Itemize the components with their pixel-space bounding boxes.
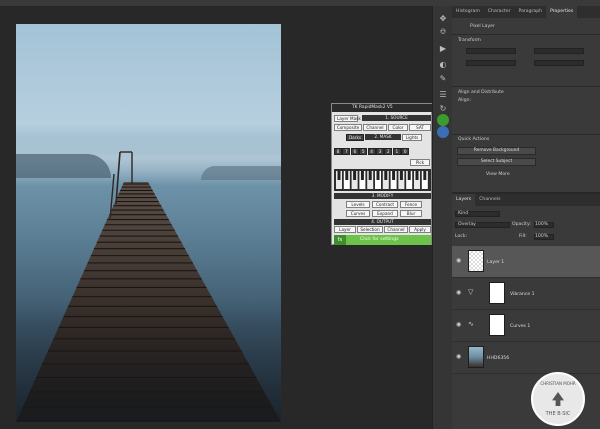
plugin-icon[interactable] <box>437 126 449 138</box>
zone-7-button[interactable]: 7 <box>342 148 351 155</box>
lock-label: Lock: <box>455 234 468 239</box>
fill-value: 100% <box>535 234 549 239</box>
view-more-link[interactable]: View More <box>486 172 510 177</box>
layer-row-background-photo[interactable]: ◉ HHD6356 <box>452 342 600 374</box>
history-icon[interactable]: ↻ <box>437 102 449 114</box>
align-title: Align and Distribute <box>458 90 504 95</box>
mask-lights-button[interactable]: Lights <box>402 134 422 141</box>
layer-thumbnail <box>468 250 484 272</box>
mask-section-title: 2. MASK <box>365 134 401 140</box>
mask-darks-button[interactable]: Darks <box>346 134 364 141</box>
modify-curves-button[interactable]: Curves <box>346 210 370 217</box>
photo-thumbnail <box>468 346 484 368</box>
panel-icon-strip: ✥ ⎊ ▶ ◐ ✎ ☰ ↻ <box>432 6 452 429</box>
output-section-title: 4. OUTPUT <box>334 219 431 225</box>
tab-properties[interactable]: Properties <box>546 6 578 18</box>
eye-icon[interactable]: ◉ <box>456 290 464 296</box>
zone-8-button[interactable]: 8 <box>334 148 342 155</box>
modify-section-title: 3. MODIFY <box>334 193 431 199</box>
watermark-top-text: CHRISTIAN MOHR <box>540 381 576 386</box>
fill-label: Fill: <box>519 234 527 239</box>
zone-4-button[interactable]: 4 <box>367 148 376 155</box>
transform-icon[interactable]: ⎊ <box>437 26 449 38</box>
tab-character[interactable]: Character <box>484 6 515 18</box>
transform-title: Transform <box>458 38 481 43</box>
layer-mask-thumbnail <box>489 314 505 336</box>
height-field[interactable] <box>534 48 584 54</box>
source-sat-button[interactable]: SAT <box>409 124 431 131</box>
layers-icon[interactable]: ☰ <box>437 88 449 100</box>
document-photo[interactable] <box>16 24 281 422</box>
tab-paragraph[interactable]: Paragraph <box>515 6 547 18</box>
zone-selector-keys[interactable] <box>334 169 431 191</box>
play-icon[interactable]: ▶ <box>437 42 449 54</box>
curves-adjustment-icon: ∿ <box>468 320 474 328</box>
layer-row-curves-1[interactable]: ◉ ∿ Curves 1 <box>452 310 600 342</box>
zone-2-button[interactable]: 2 <box>384 148 393 155</box>
layer-mask-checkbox[interactable]: Layer Mask <box>334 115 361 122</box>
zone-3-button[interactable]: 3 <box>376 148 384 155</box>
layer-row-layer-1[interactable]: ◉ Layer 1 <box>452 246 600 278</box>
zone-5-button[interactable]: 5 <box>359 148 368 155</box>
layer-mask-thumbnail <box>489 282 505 304</box>
figure-icon <box>552 392 564 406</box>
layer-name: HHD6356 <box>487 356 510 361</box>
layer-name: Curves 1 <box>510 324 531 329</box>
source-composite-button[interactable]: Composite <box>334 124 362 131</box>
output-selection-button[interactable]: Selection <box>357 226 383 233</box>
layers-tabs: Layers Channels <box>452 194 600 206</box>
output-layer-button[interactable]: Layer <box>334 226 356 233</box>
tab-layers[interactable]: Layers <box>452 194 476 206</box>
zone-6-button[interactable]: 6 <box>350 148 359 155</box>
vibrance-adjustment-icon: ▽ <box>468 288 474 296</box>
brush-icon[interactable]: ✎ <box>437 72 449 84</box>
opacity-label: Opacity: <box>512 222 531 227</box>
click-for-settings-bar[interactable]: Click for settings <box>334 235 431 245</box>
move-icon[interactable]: ✥ <box>437 12 449 24</box>
modify-blur-button[interactable]: Blur <box>400 210 422 217</box>
fx-icon[interactable]: fx <box>334 235 346 245</box>
eye-icon[interactable]: ◉ <box>456 322 464 328</box>
source-channel-button[interactable]: Channel <box>363 124 387 131</box>
bottom-shadow <box>16 302 281 422</box>
opacity-value: 100% <box>535 222 549 227</box>
rapidmask-plugin-icon[interactable] <box>437 114 449 126</box>
watermark-bottom-text: THE B·SIC <box>545 411 571 417</box>
blend-mode-value: Overlay <box>458 222 476 227</box>
layer-name: Layer 1 <box>487 260 505 265</box>
source-color-button[interactable]: Color <box>388 124 408 131</box>
zone-1-button[interactable]: 1 <box>392 148 401 155</box>
plugin-title: TK RapidMask2 V5 <box>332 104 433 112</box>
properties-tabs: Histogram Character Paragraph Properties <box>452 6 600 18</box>
eye-icon[interactable]: ◉ <box>456 258 464 264</box>
modify-levels-button[interactable]: Levels <box>346 201 370 208</box>
adjustments-icon[interactable]: ◐ <box>437 58 449 70</box>
modify-contract-button[interactable]: Contract <box>372 201 398 208</box>
layer-name: Vibrance 1 <box>510 292 535 297</box>
zone-0-button[interactable]: 0 <box>401 148 410 155</box>
source-section-title: 1. SOURCE <box>362 115 431 121</box>
select-subject-button[interactable]: Select Subject <box>457 158 536 166</box>
pixel-layer-label: Pixel Layer <box>470 24 495 29</box>
remove-background-button[interactable]: Remove Background <box>457 147 536 155</box>
width-field[interactable] <box>466 48 516 54</box>
output-channel-button[interactable]: Channel <box>384 226 408 233</box>
properties-panel: Histogram Character Paragraph Properties… <box>452 6 600 192</box>
kind-label: Kind <box>458 211 469 216</box>
quick-actions-title: Quick Actions <box>458 137 490 142</box>
eye-icon[interactable]: ◉ <box>456 354 464 360</box>
tab-histogram[interactable]: Histogram <box>452 6 484 18</box>
x-field[interactable] <box>466 60 516 66</box>
layer-row-vibrance-1[interactable]: ◉ ▽ Vibrance 1 <box>452 278 600 310</box>
tab-channels[interactable]: Channels <box>475 194 504 206</box>
output-apply-button[interactable]: Apply <box>409 226 431 233</box>
modify-expand-button[interactable]: Expand <box>372 210 398 217</box>
pick-button[interactable]: Pick <box>410 159 430 166</box>
watermark-badge: CHRISTIAN MOHR THE B·SIC <box>531 372 585 426</box>
modify-fence-button[interactable]: Fence <box>400 201 422 208</box>
y-field[interactable] <box>534 60 584 66</box>
rapidmask-panel: TK RapidMask2 V5 Layer Mask 1. SOURCE Co… <box>331 103 433 245</box>
align-label: Align: <box>458 98 472 103</box>
